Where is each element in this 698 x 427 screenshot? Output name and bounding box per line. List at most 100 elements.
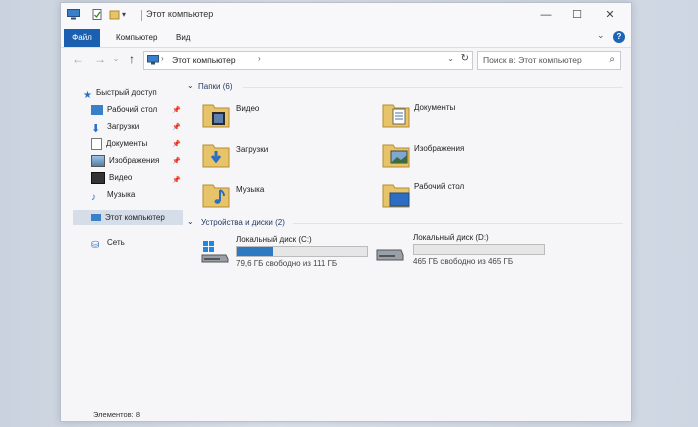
up-button[interactable]: ↑	[125, 52, 139, 66]
devices-header: Устройства и диски (2)	[201, 218, 285, 227]
chevron-right-icon: ›	[161, 54, 164, 63]
drive-icon	[376, 249, 404, 261]
search-icon[interactable]: ⌕	[609, 54, 615, 65]
drive-d[interactable]: Локальный диск (D:) 465 ГБ свободно из 4…	[376, 233, 551, 269]
folder-label: Музыка	[236, 185, 265, 194]
item-count: Элементов: 8	[93, 410, 141, 419]
folder-downloads-icon	[202, 144, 230, 168]
sidebar-item-pictures[interactable]: Изображения	[91, 153, 159, 168]
back-button[interactable]: ←	[71, 52, 85, 66]
folder-documents-icon	[382, 104, 410, 128]
tab-computer[interactable]: Компьютер	[116, 29, 157, 47]
sidebar-item-documents[interactable]: Документы	[91, 136, 147, 151]
sidebar-item-desktop[interactable]: Рабочий стол	[91, 102, 157, 117]
divider	[243, 87, 623, 88]
explorer-window: ▾ Этот компьютер — ☐ ✕ Файл Компьютер Ви…	[60, 2, 632, 422]
sidebar-item-music[interactable]: ♪ Музыка	[91, 187, 136, 203]
navigation-pane: ★ Быстрый доступ Рабочий стол 📌 ⬇ Загрузки…	[61, 73, 183, 403]
minimize-button[interactable]: —	[535, 7, 557, 23]
folder-label: Видео	[236, 104, 260, 113]
folder-label: Загрузки	[236, 145, 269, 154]
search-input[interactable]: Поиск в: Этот компьютер	[483, 55, 582, 65]
help-icon[interactable]: ?	[613, 31, 625, 43]
drive-name: Локальный диск (D:)	[413, 233, 489, 242]
chevron-down-icon[interactable]: ⌄	[447, 54, 454, 63]
download-arrow-icon: ⬇	[91, 122, 101, 135]
network-icon: ⛁	[91, 239, 100, 251]
pin-icon: 📌	[172, 107, 181, 114]
sidebar-label: Загрузки	[107, 122, 140, 131]
drive-c[interactable]: Локальный диск (C:) 79,6 ГБ свободно из …	[201, 235, 371, 271]
title-bar: ▾ Этот компьютер — ☐ ✕	[61, 3, 631, 27]
divider	[293, 223, 623, 224]
tab-view[interactable]: Вид	[176, 29, 190, 47]
drive-free-space: 79,6 ГБ свободно из 111 ГБ	[236, 259, 338, 268]
folder-label: Изображения	[414, 144, 465, 153]
folder-documents[interactable]: Документы	[381, 99, 531, 133]
forward-button[interactable]: →	[93, 52, 107, 66]
recent-dropdown-icon[interactable]: ⌄	[109, 52, 123, 66]
drive-usage-fill	[237, 247, 274, 256]
sidebar-item-this-pc[interactable]: Этот компьютер	[73, 210, 183, 225]
desktop-icon	[91, 104, 103, 115]
computer-icon	[67, 9, 80, 20]
expand-ribbon-icon[interactable]: ⌄	[597, 30, 605, 41]
address-path: Этот компьютер	[172, 55, 236, 65]
pictures-icon	[91, 154, 105, 167]
sidebar-label: Документы	[106, 139, 148, 148]
qat-dropdown-icon[interactable]: ▾	[119, 7, 129, 23]
video-icon	[91, 171, 105, 184]
window-title: Этот компьютер	[146, 9, 214, 19]
divider	[141, 10, 142, 21]
sidebar-item-network[interactable]: ⛁ Сеть	[91, 235, 125, 251]
folder-videos[interactable]: Видео	[201, 99, 351, 133]
folder-desktop-icon	[382, 184, 410, 208]
folder-label: Рабочий стол	[414, 182, 465, 191]
folders-header: Папки (6)	[198, 82, 233, 91]
address-bar[interactable]: › Этот компьютер › ⌄ ↻	[143, 51, 473, 70]
folder-downloads[interactable]: Загрузки	[201, 139, 351, 173]
refresh-icon[interactable]: ↻	[461, 53, 469, 64]
properties-icon[interactable]	[91, 9, 104, 20]
content-pane: ⌄ Папки (6) Видео Документы Загрузки Изо…	[183, 73, 629, 403]
folder-music[interactable]: Музыка	[201, 179, 351, 213]
drive-free-space: 465 ГБ свободно из 465 ГБ	[413, 257, 514, 266]
search-box[interactable]: Поиск в: Этот компьютер ⌕	[477, 51, 621, 70]
star-icon: ★	[83, 89, 92, 101]
folder-pictures-icon	[382, 144, 410, 168]
folder-desktop[interactable]: Рабочий стол	[381, 179, 531, 213]
chevron-down-icon[interactable]: ⌄	[187, 81, 194, 90]
pin-icon: 📌	[172, 177, 181, 184]
sidebar-item-downloads[interactable]: ⬇ Загрузки	[91, 119, 140, 135]
folder-video-icon	[202, 104, 230, 128]
sidebar-item-videos[interactable]: Видео	[91, 170, 132, 185]
drive-usage-bar	[413, 244, 545, 255]
chevron-right-icon: ›	[258, 54, 261, 63]
folder-pictures[interactable]: Изображения	[381, 139, 531, 173]
sidebar-label: Сеть	[107, 238, 125, 247]
sidebar-label: Быстрый доступ	[95, 88, 157, 97]
chevron-down-icon[interactable]: ⌄	[187, 217, 194, 226]
sidebar-label: Музыка	[107, 190, 136, 199]
pin-icon: 📌	[172, 141, 181, 148]
sidebar-label: Изображения	[109, 156, 160, 165]
pin-icon: 📌	[172, 124, 181, 131]
close-button[interactable]: ✕	[599, 7, 621, 23]
status-bar: Элементов: 8	[61, 407, 631, 421]
drive-usage-bar	[236, 246, 368, 257]
system-drive-icon	[201, 241, 229, 263]
sidebar-label: Рабочий стол	[107, 105, 158, 114]
pin-icon: 📌	[172, 158, 181, 165]
ribbon: Файл Компьютер Вид ⌄ ?	[61, 27, 631, 48]
sidebar-item-quick-access[interactable]: ★ Быстрый доступ	[83, 85, 157, 101]
music-icon: ♪	[91, 191, 96, 203]
navigation-bar: ← → ⌄ ↑ › Этот компьютер › ⌄ ↻ Поиск в: …	[61, 48, 631, 72]
tab-file[interactable]: Файл	[64, 29, 100, 47]
sidebar-label: Этот компьютер	[105, 213, 165, 222]
folder-music-icon	[202, 184, 230, 208]
sidebar-label: Видео	[109, 173, 133, 182]
computer-icon	[147, 55, 159, 65]
folder-label: Документы	[414, 103, 456, 112]
maximize-button[interactable]: ☐	[566, 7, 588, 23]
document-icon	[91, 137, 102, 150]
